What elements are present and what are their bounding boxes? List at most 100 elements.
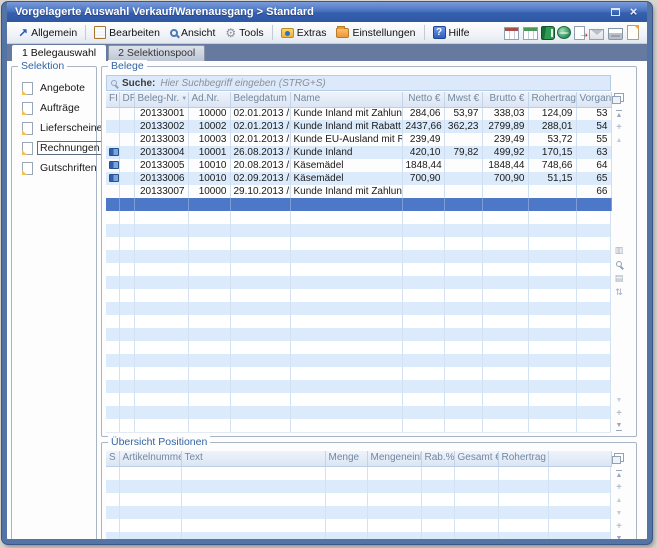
col-dr[interactable]: DR <box>119 92 134 107</box>
col-fi[interactable]: FI <box>106 92 119 107</box>
address-book-icon[interactable] <box>541 26 555 40</box>
sidebar-item-rechnungen[interactable]: Rechnungen <box>22 141 92 155</box>
cell-rohertrag: 748,66 <box>528 159 576 172</box>
nav-last-icon[interactable] <box>616 420 623 433</box>
table-row[interactable]: 20133003 10003 02.01.2013 /Mi Kunde EU-A… <box>106 133 611 146</box>
table-row[interactable]: 20133005 10010 20.08.2013 /Di Käsemädel … <box>106 159 611 172</box>
col-belegdatum[interactable]: Belegdatum <box>230 92 290 107</box>
cell-fi <box>106 120 119 133</box>
nav-insert-up-icon[interactable] <box>616 481 622 494</box>
selektion-title: Selektion <box>18 60 67 72</box>
nav-insert-up-icon[interactable] <box>616 121 622 134</box>
nav-last-icon[interactable] <box>616 533 623 544</box>
export-table-green-icon[interactable] <box>523 27 538 40</box>
nav-next-icon[interactable] <box>616 394 623 407</box>
restore-button[interactable] <box>608 6 623 19</box>
menu-einstellungen[interactable]: Einstellungen <box>331 25 420 41</box>
menu-bearbeiten[interactable]: Bearbeiten <box>89 24 165 41</box>
column-chooser-icon[interactable] <box>614 93 624 102</box>
card-view-icon[interactable] <box>615 243 624 257</box>
menu-separator <box>424 25 425 40</box>
close-button[interactable] <box>626 6 641 19</box>
cell-dr <box>119 159 134 172</box>
cell-mwst: 362,23 <box>444 120 482 133</box>
col-name[interactable]: Name <box>290 92 402 107</box>
sidebar-item-lieferscheine[interactable]: Lieferscheine <box>22 121 92 135</box>
cell-vorgang: 64 <box>576 159 611 172</box>
table-row[interactable]: 20133007 10000 29.10.2013 /Di Kunde Inla… <box>106 185 611 198</box>
col-mwst[interactable]: Mwst € <box>444 92 482 107</box>
col-rohertrag[interactable]: Rohertrag € <box>498 451 548 466</box>
col-text[interactable]: Text <box>181 451 325 466</box>
new-document-icon[interactable] <box>627 25 639 40</box>
cell-dr <box>119 133 134 146</box>
nav-first-icon[interactable] <box>616 108 623 121</box>
nav-prev-icon[interactable] <box>616 134 623 147</box>
nav-insert-down-icon[interactable] <box>616 407 622 420</box>
nav-insert-down-icon[interactable] <box>616 520 622 533</box>
belege-title: Belege <box>108 60 147 72</box>
tab-belegauswahl[interactable]: 1 Belegauswahl <box>12 45 106 61</box>
cell-mwst: 53,97 <box>444 107 482 120</box>
menu-label: Tools <box>239 27 264 39</box>
zoom-row-icon[interactable] <box>616 261 622 267</box>
table-row[interactable]: 20133001 10000 02.01.2013 /Mi Kunde Inla… <box>106 107 611 120</box>
col-belegnr[interactable]: Beleg-Nr.▼ <box>134 92 188 107</box>
cell-netto: 284,06 <box>402 107 444 120</box>
document-icon <box>22 122 33 135</box>
print-icon[interactable] <box>608 28 623 40</box>
menu-bar: Allgemein Bearbeiten Ansicht Tools Extra… <box>7 22 647 44</box>
col-mengeneinheit[interactable]: Mengeneinheit <box>367 451 421 466</box>
gear-icon <box>225 26 236 40</box>
col-rabatt[interactable]: Rab.% <box>421 451 454 466</box>
col-gesamt[interactable]: Gesamt € <box>454 451 498 466</box>
col-menge[interactable]: Menge <box>325 451 367 466</box>
cell-vorgang <box>576 198 611 211</box>
cell-vorgang: 54 <box>576 120 611 133</box>
col-artikelnummer[interactable]: Artikelnummer <box>119 451 181 466</box>
table-row[interactable]: 20133002 10002 02.01.2013 /Mi Kunde Inla… <box>106 120 611 133</box>
col-brutto[interactable]: Brutto € <box>482 92 528 107</box>
mail-icon[interactable] <box>589 29 604 40</box>
menu-tools[interactable]: Tools <box>220 24 268 42</box>
col-vorgang[interactable]: Vorgang <box>576 92 611 107</box>
cell-dr <box>119 120 134 133</box>
menu-ansicht[interactable]: Ansicht <box>165 25 220 41</box>
tab-selektionspool[interactable]: 2 Selektionspool <box>108 45 205 61</box>
cell-belegnr <box>134 198 188 211</box>
nav-first-icon[interactable] <box>616 468 623 481</box>
col-adnr[interactable]: Ad.Nr. <box>188 92 230 107</box>
globe-icon[interactable] <box>557 26 571 39</box>
menu-hilfe[interactable]: Hilfe <box>428 24 475 41</box>
col-rohertrag[interactable]: Rohertrag € <box>528 92 576 107</box>
column-chooser-icon[interactable] <box>614 453 624 462</box>
cell-rohertrag: 288,01 <box>528 120 576 133</box>
positionen-groupbox: Übersicht Positionen S Artikelnummer Tex… <box>101 442 637 544</box>
cell-adnr: 10002 <box>188 120 230 133</box>
menu-label: Extras <box>297 27 327 39</box>
col-s[interactable]: S <box>106 451 119 466</box>
cell-belegnr: 20133005 <box>134 159 188 172</box>
col-netto[interactable]: Netto € <box>402 92 444 107</box>
table-row[interactable]: 20133006 10010 02.09.2013 /Mo Käsemädel … <box>106 172 611 185</box>
search-input[interactable] <box>160 78 606 89</box>
detail-view-icon[interactable] <box>615 271 624 285</box>
document-export-icon[interactable] <box>574 26 585 40</box>
sort-rows-icon[interactable] <box>615 285 623 299</box>
sidebar-item-angebote[interactable]: Angebote <box>22 81 92 95</box>
nav-prev-icon[interactable] <box>616 494 623 507</box>
cell-mwst: 79,82 <box>444 146 482 159</box>
nav-next-icon[interactable] <box>616 507 623 520</box>
table-row[interactable]: 20133004 10001 26.08.2013 /Mo Kunde Inla… <box>106 146 611 159</box>
menu-extras[interactable]: Extras <box>276 25 332 41</box>
menu-allgemein[interactable]: Allgemein <box>13 24 82 42</box>
cell-rohertrag: 51,15 <box>528 172 576 185</box>
cell-name: Käsemädel <box>290 159 402 172</box>
sidebar-item-gutschriften[interactable]: Gutschriften <box>22 161 92 175</box>
search-bar[interactable]: Suche: <box>106 75 611 91</box>
cell-netto <box>402 185 444 198</box>
export-table-red-icon[interactable] <box>504 27 519 40</box>
selected-new-row[interactable] <box>106 198 611 211</box>
sidebar-item-auftraege[interactable]: Aufträge <box>22 101 92 115</box>
title-bar[interactable]: Vorgelagerte Auswahl Verkauf/Warenausgan… <box>7 2 647 22</box>
